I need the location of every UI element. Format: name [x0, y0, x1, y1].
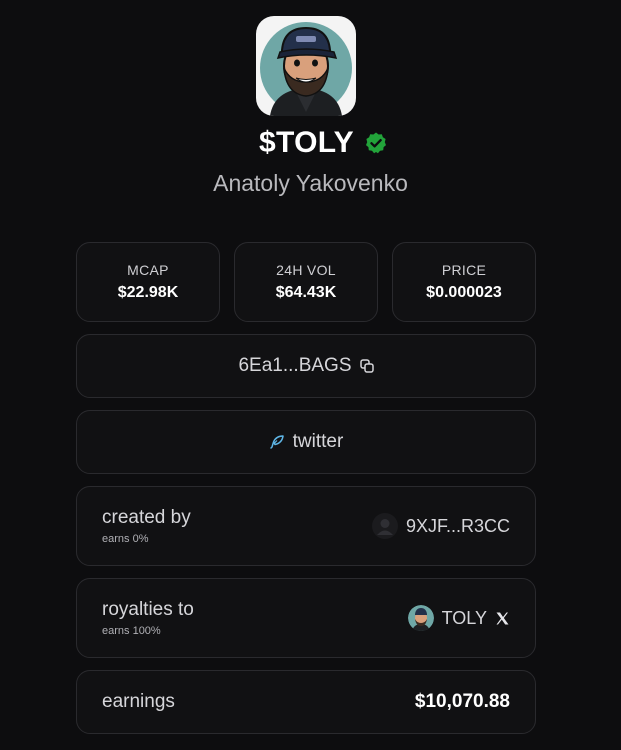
royalties-card: royalties to earns 100% TOLY	[76, 578, 536, 658]
token-creator-name: Anatoly Yakovenko	[213, 170, 408, 196]
stat-label: 24H VOL	[276, 262, 336, 278]
earnings-title: earnings	[102, 691, 175, 712]
twitter-link[interactable]: twitter	[76, 410, 536, 474]
cartoon-avatar-image	[260, 22, 352, 116]
stat-24h-vol: 24H VOL $64.43K	[234, 242, 378, 322]
contract-address-button[interactable]: 6Ea1...BAGS	[76, 334, 536, 398]
stat-value: $0.000023	[426, 284, 502, 301]
stat-label: MCAP	[127, 262, 169, 278]
recipient-avatar	[407, 605, 434, 631]
created-by-card: created by earns 0% 9XJF...R3CC	[76, 486, 536, 566]
stat-mcap: MCAP $22.98K	[76, 242, 220, 322]
royalties-title: royalties to	[102, 599, 194, 620]
earnings-value: $10,070.88	[414, 691, 510, 712]
creator-address: 9XJF...R3CC	[405, 515, 510, 536]
token-avatar	[256, 16, 356, 116]
title-row: $TOLY	[0, 126, 621, 160]
token-page: $TOLY Anatoly Yakovenko MCAP $22.98K 24H…	[0, 0, 621, 750]
twitter-label: twitter	[292, 431, 344, 452]
user-placeholder-icon	[371, 513, 398, 539]
verified-badge-icon	[365, 132, 386, 154]
contract-address: 6Ea1...BAGS	[238, 355, 352, 376]
stat-value: $22.98K	[117, 284, 179, 301]
royalties-recipient-link[interactable]: TOLY	[407, 605, 510, 631]
feather-icon	[269, 434, 285, 450]
copy-icon[interactable]	[359, 359, 374, 373]
stat-label: PRICE	[441, 262, 487, 278]
earnings-card: earnings $10,070.88	[76, 670, 536, 734]
stat-value: $64.43K	[275, 284, 337, 301]
stat-price: PRICE $0.000023	[392, 242, 536, 322]
creator-link[interactable]: 9XJF...R3CC	[371, 513, 510, 539]
royalties-earns: earns 100%	[102, 625, 161, 637]
created-by-title: created by	[102, 507, 191, 528]
created-by-earns: earns 0%	[102, 533, 149, 545]
recipient-handle: TOLY	[441, 607, 487, 628]
token-ticker: $TOLY	[259, 126, 354, 159]
x-logo-icon[interactable]	[495, 611, 510, 626]
